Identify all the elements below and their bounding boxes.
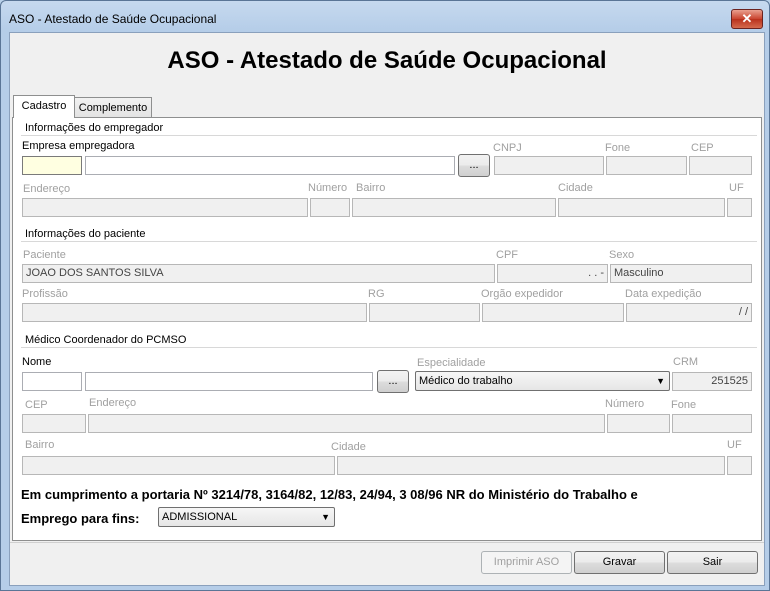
rg-label: RG bbox=[368, 288, 385, 300]
issuer-label: Orgão expedidor bbox=[481, 288, 563, 300]
profession-label: Profissão bbox=[22, 288, 68, 300]
page-title: ASO - Atestado de Saúde Ocupacional bbox=[167, 47, 607, 74]
employer-address-label: Endereço bbox=[23, 183, 71, 195]
employer-number-field bbox=[310, 198, 350, 217]
doctor-cep-label: CEP bbox=[25, 399, 48, 411]
doctor-name-input[interactable] bbox=[85, 372, 373, 391]
company-label: Empresa empregadora bbox=[22, 140, 135, 152]
doctor-address-field bbox=[88, 414, 605, 433]
employer-uf-label: UF bbox=[729, 182, 744, 194]
sex-field: Masculino bbox=[610, 264, 752, 283]
employer-cep-label: CEP bbox=[691, 142, 714, 154]
doctor-code-input[interactable] bbox=[22, 372, 82, 391]
employer-fone-label: Fone bbox=[605, 142, 631, 154]
doctor-district-label: Bairro bbox=[25, 439, 55, 451]
cnpj-label: CNPJ bbox=[493, 142, 522, 154]
doctor-fone-label: Fone bbox=[671, 399, 697, 411]
doctor-name-label: Nome bbox=[22, 356, 52, 368]
doctor-district-field bbox=[22, 456, 335, 475]
employer-district-field bbox=[352, 198, 556, 217]
doctor-separator bbox=[21, 347, 757, 348]
doctor-fone-field bbox=[672, 414, 752, 433]
employer-fone-field bbox=[606, 156, 687, 175]
employer-district-label: Bairro bbox=[356, 182, 386, 194]
employer-address-field bbox=[22, 198, 308, 217]
doctor-section-title: Médico Coordenador do PCMSO bbox=[25, 334, 187, 346]
close-icon[interactable]: ✕ bbox=[731, 9, 763, 29]
tab-complemento[interactable]: Complemento bbox=[74, 97, 152, 117]
employer-cep-field bbox=[689, 156, 752, 175]
form-client-area: ASO - Atestado de Saúde Ocupacional Cada… bbox=[9, 32, 765, 586]
print-aso-button[interactable]: Imprimir ASO bbox=[481, 551, 572, 574]
chevron-down-icon: ▼ bbox=[321, 512, 330, 522]
window-title: ASO - Atestado de Saúde Ocupacional bbox=[9, 12, 217, 26]
doctor-address-label: Endereço bbox=[89, 397, 137, 409]
rg-field bbox=[369, 303, 480, 322]
purpose-label: Emprego para fins: bbox=[21, 511, 140, 526]
employer-separator bbox=[21, 135, 757, 136]
employer-section-title: Informações do empregador bbox=[25, 122, 164, 134]
doctor-number-label: Número bbox=[605, 398, 645, 410]
patient-section-title: Informações do paciente bbox=[25, 228, 146, 240]
employer-number-label: Número bbox=[308, 182, 348, 194]
specialty-select-value: Médico do trabalho bbox=[419, 375, 513, 387]
patient-name-label: Paciente bbox=[23, 249, 66, 261]
purpose-select[interactable]: ADMISSIONAL ▼ bbox=[158, 507, 335, 527]
patient-separator bbox=[21, 241, 757, 242]
employer-city-label: Cidade bbox=[558, 182, 593, 194]
doctor-number-field bbox=[607, 414, 670, 433]
exit-button[interactable]: Sair bbox=[667, 551, 758, 574]
profession-field bbox=[22, 303, 367, 322]
save-button[interactable]: Gravar bbox=[574, 551, 665, 574]
company-code-input[interactable] bbox=[22, 156, 82, 175]
purpose-select-value: ADMISSIONAL bbox=[162, 511, 238, 523]
tab-cadastro[interactable]: Cadastro bbox=[13, 95, 75, 118]
patient-name-field: JOAO DOS SANTOS SILVA bbox=[22, 264, 495, 283]
doctor-uf-label: UF bbox=[727, 439, 742, 451]
doctor-city-label: Cidade bbox=[331, 441, 366, 453]
company-name-input[interactable] bbox=[85, 156, 455, 175]
doctor-city-field bbox=[337, 456, 725, 475]
doctor-uf-field bbox=[727, 456, 752, 475]
specialty-label: Especialidade bbox=[417, 357, 486, 369]
compliance-text: Em cumprimento a portaria Nº 3214/78, 31… bbox=[21, 487, 638, 502]
cnpj-field bbox=[494, 156, 604, 175]
tab-panel-cadastro: Informações do empregador Empresa empreg… bbox=[12, 117, 762, 541]
issuer-field bbox=[482, 303, 624, 322]
issue-date-label: Data expedição bbox=[625, 288, 702, 300]
sex-label: Sexo bbox=[609, 249, 635, 261]
cpf-label: CPF bbox=[496, 249, 518, 261]
crm-field: 251525 bbox=[672, 372, 752, 391]
cpf-field: . . - bbox=[497, 264, 608, 283]
chevron-down-icon: ▼ bbox=[656, 376, 665, 386]
company-browse-button[interactable]: ... bbox=[458, 154, 490, 177]
employer-city-field bbox=[558, 198, 725, 217]
aso-window: ASO - Atestado de Saúde Ocupacional ✕ AS… bbox=[0, 0, 770, 591]
issue-date-field: / / bbox=[626, 303, 752, 322]
doctor-cep-field bbox=[22, 414, 86, 433]
crm-label: CRM bbox=[673, 356, 699, 368]
employer-uf-field bbox=[727, 198, 752, 217]
specialty-select[interactable]: Médico do trabalho ▼ bbox=[415, 371, 670, 391]
bottom-separator bbox=[10, 542, 764, 543]
doctor-browse-button[interactable]: ... bbox=[377, 370, 409, 393]
